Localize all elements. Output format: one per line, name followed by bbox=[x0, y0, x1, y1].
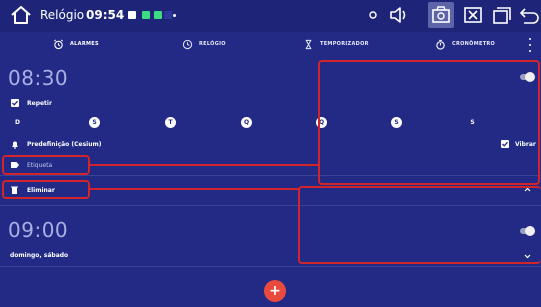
app-title: Relógio bbox=[40, 8, 85, 22]
day-monday[interactable]: S bbox=[89, 117, 100, 128]
tab-clock[interactable]: RELÓGIO bbox=[182, 37, 226, 51]
annotation-box bbox=[318, 60, 540, 185]
bell-icon bbox=[12, 141, 18, 149]
clock-icon bbox=[182, 39, 193, 49]
back-icon[interactable] bbox=[518, 4, 540, 26]
alarm-time[interactable]: 08:30 bbox=[8, 66, 68, 90]
ringtone-label[interactable]: Predefinição (Cesium) bbox=[27, 141, 102, 148]
notification-icon bbox=[164, 11, 172, 19]
alarm-icon bbox=[54, 39, 63, 49]
annotation-connector bbox=[88, 164, 320, 166]
annotation-box bbox=[298, 186, 541, 264]
repeat-checkbox[interactable] bbox=[11, 99, 19, 107]
status-bar: Relógio 09:54 bbox=[0, 0, 541, 32]
tab-label: RELÓGIO bbox=[199, 41, 226, 47]
tab-label: TEMPORIZADOR bbox=[320, 41, 369, 47]
tab-bar: ALARMES RELÓGIO TEMPORIZADOR CRONÔMETRO bbox=[0, 32, 541, 56]
recent-apps-icon[interactable] bbox=[492, 4, 512, 26]
alarm-time[interactable]: 09:00 bbox=[8, 218, 68, 242]
day-sunday[interactable]: D bbox=[12, 117, 23, 128]
day-wednesday[interactable]: Q bbox=[241, 117, 252, 128]
annotation-box bbox=[2, 180, 90, 199]
annotation-connector bbox=[88, 188, 300, 190]
volume-icon[interactable] bbox=[388, 4, 410, 26]
status-time: 09:54 bbox=[86, 8, 125, 22]
repeat-label: Repetir bbox=[27, 100, 52, 107]
tab-timer[interactable]: TEMPORIZADOR bbox=[303, 37, 369, 51]
clock-app-screen: Relógio 09:54 ALARMES RELÓGIO TEMPORIZAD… bbox=[0, 0, 541, 307]
close-window-icon[interactable] bbox=[463, 4, 483, 26]
tab-stopwatch[interactable]: CRONÔMETRO bbox=[435, 37, 495, 51]
add-alarm-button[interactable]: + bbox=[264, 280, 286, 302]
stopwatch-icon bbox=[436, 39, 445, 50]
home-icon[interactable] bbox=[10, 5, 32, 25]
hourglass-icon bbox=[305, 39, 312, 49]
alarm-days-summary: domingo, sábado bbox=[10, 252, 69, 259]
tab-alarms[interactable]: ALARMES bbox=[53, 37, 99, 51]
section-divider bbox=[0, 266, 541, 267]
tab-label: CRONÔMETRO bbox=[452, 41, 496, 47]
location-icon bbox=[369, 11, 377, 19]
notification-icon bbox=[142, 11, 150, 19]
annotation-box bbox=[2, 155, 90, 175]
more-notifications-dot bbox=[173, 14, 176, 17]
more-options-icon[interactable] bbox=[527, 38, 533, 52]
notification-icon bbox=[154, 11, 162, 19]
screenshot-icon[interactable] bbox=[431, 4, 451, 26]
tab-label: ALARMES bbox=[70, 41, 99, 47]
day-tuesday[interactable]: T bbox=[165, 117, 176, 128]
notification-icon bbox=[128, 11, 136, 19]
